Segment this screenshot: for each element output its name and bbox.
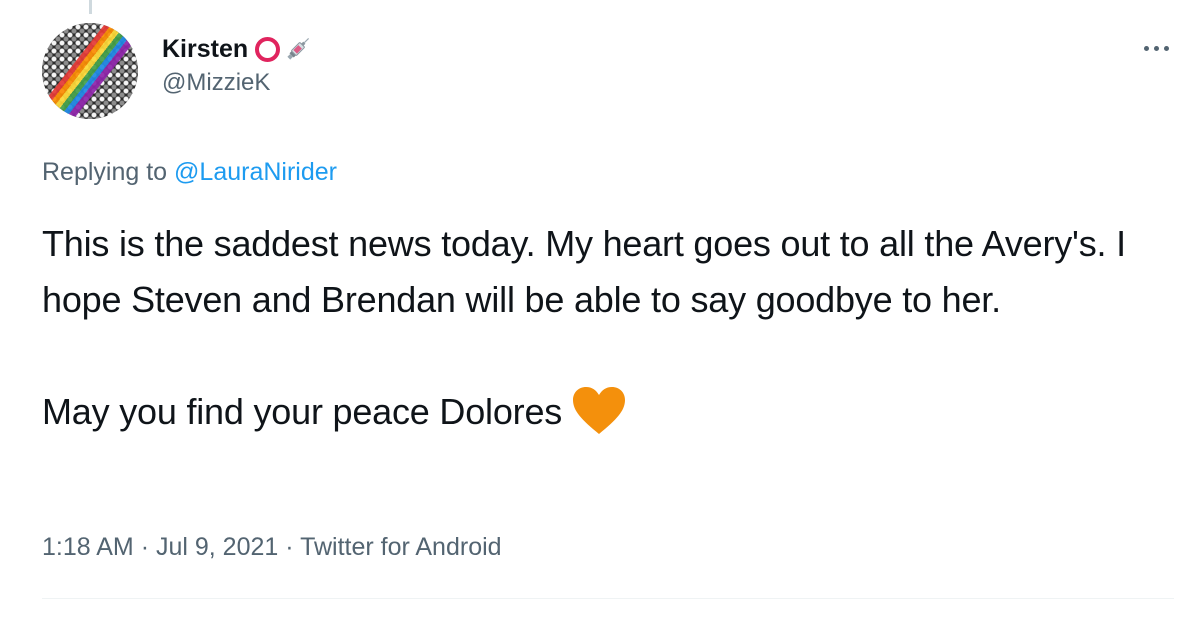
- tweet-text-paragraph: This is the saddest news today. My heart…: [42, 223, 1126, 320]
- tweet-date-link[interactable]: Jul 9, 2021: [156, 533, 278, 561]
- red-circle-icon: [255, 36, 281, 62]
- avatar-rainbow-stripe: [42, 23, 138, 119]
- tweet-text-closing: May you find your peace Dolores: [42, 391, 563, 432]
- replying-to-label: Replying to: [42, 158, 168, 186]
- meta-separator: ·: [285, 533, 294, 561]
- author-handle[interactable]: @MizzieK: [162, 67, 313, 99]
- more-dot-icon: [1153, 45, 1159, 51]
- tweet-source-link[interactable]: Twitter for Android: [300, 533, 501, 561]
- meta-separator: ·: [140, 533, 150, 561]
- tweet-header: Kirsten @MizzieK: [162, 32, 313, 99]
- more-options-button[interactable]: [1138, 34, 1174, 62]
- replying-to-mention-link[interactable]: @LauraNirider: [174, 158, 337, 186]
- tweet-text: This is the saddest news today. My heart…: [42, 216, 1182, 440]
- tweet-meta: 1:18 AM · Jul 9, 2021 · Twitter for Andr…: [42, 530, 502, 564]
- divider: [42, 598, 1174, 599]
- thread-connector-line: [89, 0, 92, 14]
- orange-heart-icon: [573, 387, 626, 434]
- syringe-icon: [287, 37, 310, 60]
- avatar[interactable]: [42, 23, 138, 119]
- more-dot-icon: [1143, 45, 1149, 51]
- replying-to-line: Replying to @LauraNirider: [42, 155, 337, 189]
- tweet-text-paragraph-last: May you find your peace Dolores: [42, 384, 1182, 440]
- name-row: Kirsten: [162, 32, 313, 66]
- tweet-time-link[interactable]: 1:18 AM: [42, 533, 134, 561]
- author-display-name[interactable]: Kirsten: [162, 32, 248, 66]
- more-dot-icon: [1163, 45, 1169, 51]
